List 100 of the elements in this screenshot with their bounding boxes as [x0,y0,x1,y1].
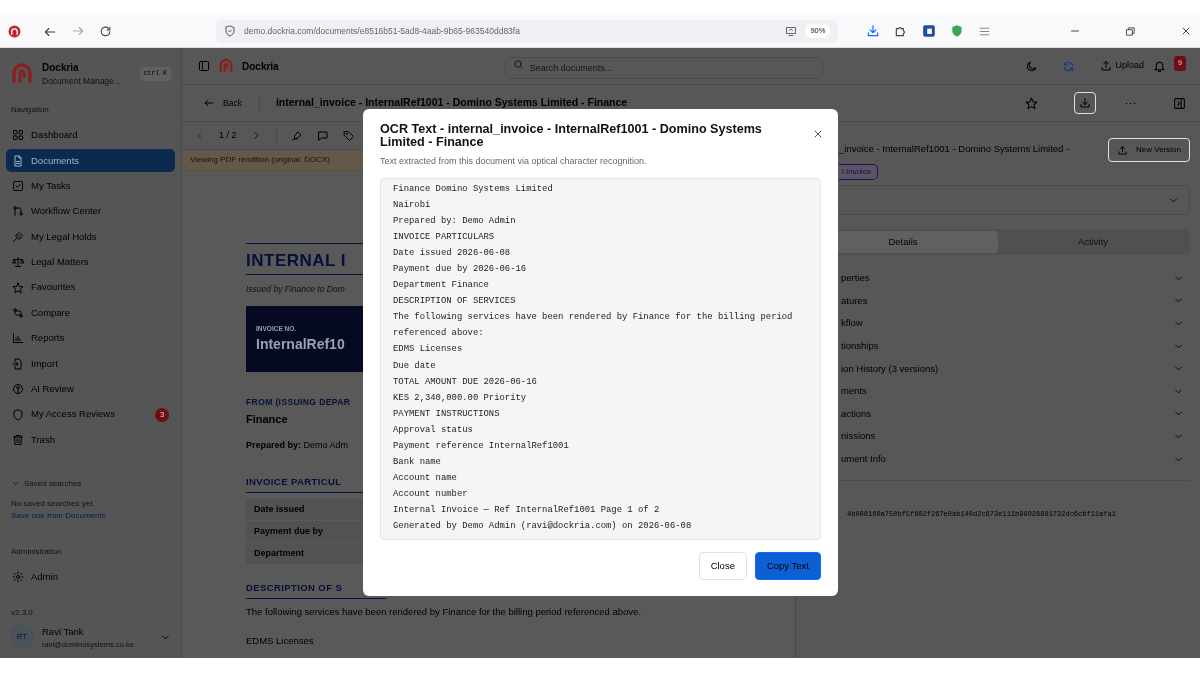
ocr-line: Due date [393,359,437,373]
sidebar-item[interactable]: Legal Matters [6,250,175,274]
section-heading: INVOICE PARTICUL [246,474,342,489]
scale-icon [12,256,24,269]
ocr-line: Account number [393,488,469,502]
ocr-line: Nairobi [393,198,432,212]
ocr-line: Generated by Demo Admin (ravi@dockria.com) on 2026-06-08 [393,520,693,534]
shield-icon [12,408,24,421]
brand-name: Dockria [242,59,279,74]
user-name: Ravi Tank [42,624,85,639]
comment-icon[interactable] [316,129,329,142]
section-label: Administration [10,545,63,558]
ocr-line: Bank name [393,456,442,470]
avatar: RT [10,625,34,650]
document-title: _invoice - InternalRef1001 - Domino Systems Limited - [839,142,1070,156]
sidebar-item[interactable]: Admin [6,565,175,589]
back-button[interactable]: Back [202,95,243,111]
restore-icon[interactable] [1125,25,1137,37]
section-label: Navigation [10,103,50,116]
accordion-header[interactable]: actions [796,402,1190,426]
workflow-icon [12,205,24,218]
download-icon[interactable] [866,24,881,38]
moon-icon[interactable] [1024,59,1038,73]
accordion-header[interactable]: ments [796,379,1190,403]
invoice-number: InternalRef10 [256,334,346,354]
close-icon[interactable] [1180,25,1192,37]
accordion-header[interactable]: ument Info [796,447,1190,471]
ocr-line: Finance Domino Systems Limited [393,182,554,196]
url-text: demo.dockria.com/documents/e8516b51-5ad8-4aab-9b65-963540dd83fa [243,24,521,38]
import-icon [12,357,24,370]
ocr-line: DESCRIPTION OF SERVICES [393,295,517,309]
trash-icon [12,433,24,446]
accordion-header[interactable]: tionships [796,334,1190,358]
star-icon[interactable] [1025,96,1038,110]
new-version-button[interactable]: New Version [1108,138,1190,162]
download-icon [1079,97,1091,109]
save-search-link[interactable]: Save one from Documents [11,510,106,520]
tab[interactable]: Activity [998,231,1188,253]
globe-icon [12,383,24,396]
upload-button[interactable]: Upload [1098,58,1146,74]
ocr-line: Payment due by 2026-06-16 [393,262,528,276]
field-label: FROM (ISSUING DEPAR [246,395,351,409]
ocr-line: EDMS Licenses [393,343,464,357]
shield-icon[interactable] [950,24,965,38]
sidebar-item[interactable]: Workflow Center [6,199,175,223]
brand-name: Dockria [42,61,80,75]
extension-icon[interactable] [922,24,937,38]
panel-icon[interactable] [1173,96,1186,110]
sidebar-toggle-icon[interactable] [198,60,210,72]
ocr-line: KES 2,340,000.00 Priority [393,391,528,405]
bell-icon[interactable] [1153,59,1167,73]
sidebar-item[interactable]: Dashboard [6,123,175,147]
document-subheading: Issued by Finance to Dom [246,283,345,296]
ocr-line: Department Finance [393,279,490,293]
prepared-by-text: Prepared by: Demo Adm [246,439,349,452]
accordion-header[interactable]: nissions [796,425,1190,448]
search-field[interactable]: Search documents... [504,56,823,79]
sidebar-item[interactable]: Import [6,352,175,376]
document-icon [12,154,24,167]
sidebar-item[interactable]: My Legal Holds [6,225,175,249]
forward-icon[interactable] [70,24,85,38]
shield-icon[interactable] [223,25,236,37]
ocr-line: Account name [393,472,458,486]
close-button[interactable]: Close [698,551,747,580]
checkbox-icon [12,180,24,193]
sidebar-item[interactable]: My Tasks [6,174,175,198]
signature-icon[interactable] [290,129,303,142]
ocr-line: Prepared by: Demo Admin [393,214,517,228]
list-item: EDMS Licenses [246,634,314,649]
accordion-header[interactable]: kflow [796,312,1190,335]
sidebar-item[interactable]: Documents [6,149,175,173]
section-label[interactable]: Saved searches [24,477,82,490]
app-icon[interactable] [8,24,21,38]
dialog-title: OCR Text - internal_invoice - InternalRef1001 - Domino Systems Limited - Finance [380,123,763,149]
sidebar-item[interactable]: Reports [6,326,175,350]
ocr-line: Date issued 2026-06-08 [393,246,512,260]
star-icon [12,281,24,294]
reload-icon[interactable] [98,24,112,38]
refresh-icon[interactable] [1061,59,1075,73]
gavel-icon [12,230,24,243]
sidebar-item[interactable]: AI Review [6,377,175,401]
copy-text-button[interactable]: Copy Text [754,551,821,580]
accordion-header[interactable]: atures [796,289,1190,313]
section-heading: DESCRIPTION OF S [246,580,343,595]
paragraph: The following services have been rendered by Finance for the billing period referenced above. [246,605,641,619]
sidebar-item[interactable]: Compare [6,301,175,325]
accordion-header[interactable]: ion History (3 versions) [796,357,1190,380]
sidebar-item[interactable]: Favourites [6,276,175,300]
ocr-line: Internal Invoice — Ref InternalRef1001 Page 1 of 2 [393,504,661,518]
logo-icon [10,61,34,86]
logo-icon [218,58,234,74]
sidebar-item[interactable]: Trash [6,428,175,452]
download-button[interactable] [1074,92,1096,114]
dialog-subtitle: Text extracted from this document via optical character recognition. [380,155,648,168]
accordion-header[interactable]: perties [796,267,1190,290]
arrow-left-icon [203,97,215,109]
tag-icon[interactable] [342,129,355,142]
screen-icon[interactable] [785,25,798,37]
upload-icon [1117,144,1129,156]
bar-chart-icon [12,332,24,345]
